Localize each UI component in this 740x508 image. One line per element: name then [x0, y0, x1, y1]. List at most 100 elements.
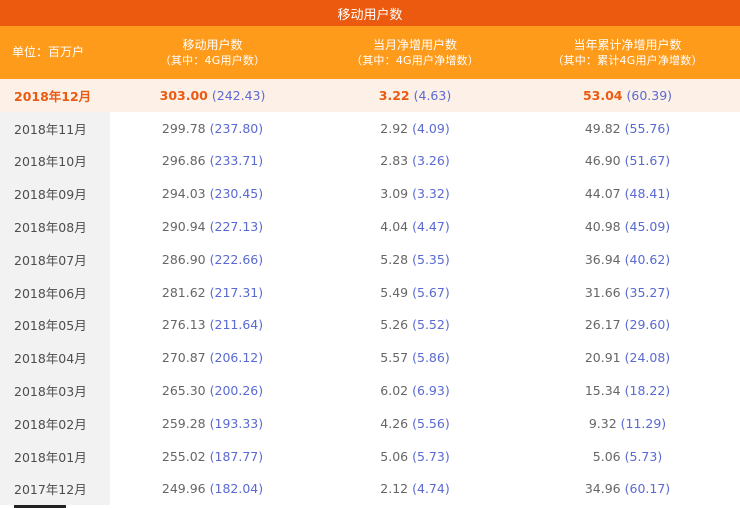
cell-cumulative: 49.82 (55.76): [515, 121, 740, 136]
cell-cumulative: 20.91 (24.08): [515, 350, 740, 365]
cell-monthly: 3.22 (4.63): [315, 88, 515, 103]
cell-monthly-value: 5.57: [380, 350, 409, 366]
cell-total-4g: (217.31): [209, 284, 264, 300]
cell-monthly: 5.28 (5.35): [315, 252, 515, 267]
cell-total: 270.87 (206.12): [110, 350, 315, 365]
cell-cumulative-4g: (11.29): [620, 415, 667, 431]
cell-total-4g: (242.43): [211, 87, 266, 103]
header-col-cumulative: 当年累计净增用户数 （其中：累计4G用户净增数）: [515, 38, 740, 68]
cell-total-4g: (182.04): [209, 481, 264, 497]
cell-cumulative-4g: (5.73): [624, 448, 663, 464]
table-row: 2018年04月 270.87 (206.12) 5.57 (5.86) 20.…: [0, 341, 740, 375]
row-month: 2018年11月: [0, 111, 110, 145]
cell-total: 286.90 (222.66): [110, 252, 315, 267]
cell-total: 303.00 (242.43): [110, 88, 315, 103]
row-month: 2018年09月: [0, 177, 110, 211]
table-body: 2018年12月 303.00 (242.43) 3.22 (4.63) 53.…: [0, 79, 740, 506]
header-col-monthly: 当月净增用户数 （其中：4G用户净增数）: [315, 38, 515, 68]
row-month: 2018年06月: [0, 275, 110, 309]
cell-monthly-value: 3.22: [378, 87, 410, 103]
cell-monthly-4g: (5.56): [412, 415, 450, 431]
cell-cumulative: 9.32 (11.29): [515, 416, 740, 431]
table-row: 2018年10月 296.86 (233.71) 2.83 (3.26) 46.…: [0, 144, 740, 178]
cell-cumulative: 31.66 (35.27): [515, 285, 740, 300]
cell-total: 276.13 (211.64): [110, 317, 315, 332]
cell-cumulative-4g: (40.62): [624, 251, 671, 267]
cell-monthly-4g: (3.26): [412, 153, 450, 169]
cell-monthly-4g: (4.47): [412, 219, 450, 235]
cell-total-4g: (193.33): [209, 415, 264, 431]
cell-total-4g: (206.12): [209, 350, 264, 366]
cell-monthly: 5.57 (5.86): [315, 350, 515, 365]
table-row: 2018年11月 299.78 (237.80) 2.92 (4.09) 49.…: [0, 111, 740, 145]
cell-cumulative: 34.96 (60.17): [515, 481, 740, 496]
cell-total-4g: (237.80): [209, 120, 264, 136]
cell-monthly: 3.09 (3.32): [315, 186, 515, 201]
cell-monthly-4g: (4.63): [413, 87, 452, 103]
cell-cumulative-4g: (45.09): [624, 219, 671, 235]
cell-monthly-value: 2.83: [380, 153, 409, 169]
cell-cumulative: 36.94 (40.62): [515, 252, 740, 267]
cell-monthly: 5.26 (5.52): [315, 317, 515, 332]
cell-total: 255.02 (187.77): [110, 449, 315, 464]
cell-monthly-value: 4.26: [380, 415, 409, 431]
cell-cumulative: 46.90 (51.67): [515, 153, 740, 168]
row-month: 2018年03月: [0, 374, 110, 407]
cell-cumulative: 5.06 (5.73): [515, 449, 740, 464]
cell-cumulative-4g: (60.17): [624, 481, 671, 497]
header-col-total-main: 移动用户数: [182, 37, 243, 52]
table-row: 2018年02月 259.28 (193.33) 4.26 (5.56) 9.3…: [0, 406, 740, 440]
cell-total-value: 249.96: [161, 481, 206, 497]
cell-monthly: 6.02 (6.93): [315, 383, 515, 398]
cell-monthly-4g: (5.67): [412, 284, 450, 300]
cell-total-value: 296.86: [161, 153, 206, 169]
cell-cumulative-value: 15.34: [584, 383, 621, 399]
cell-total: 249.96 (182.04): [110, 481, 315, 496]
cell-monthly-value: 2.92: [380, 120, 409, 136]
cell-monthly-value: 2.12: [380, 481, 409, 497]
cell-cumulative-value: 46.90: [584, 153, 621, 169]
header-col-monthly-sub: （其中：4G用户净增数）: [351, 53, 479, 67]
cell-total: 296.86 (233.71): [110, 153, 315, 168]
cell-total-4g: (187.77): [209, 448, 264, 464]
cell-total-value: 290.94: [161, 219, 206, 235]
cell-total-value: 259.28: [161, 415, 206, 431]
header-col-cumulative-main: 当年累计净增用户数: [573, 37, 682, 52]
cell-monthly: 2.92 (4.09): [315, 121, 515, 136]
cell-cumulative: 53.04 (60.39): [515, 88, 740, 103]
cell-total-4g: (233.71): [209, 153, 264, 169]
row-month: 2018年05月: [0, 308, 110, 342]
cell-total-value: 276.13: [161, 317, 206, 333]
cell-monthly-value: 3.09: [380, 186, 409, 202]
cell-monthly: 5.49 (5.67): [315, 285, 515, 300]
cell-monthly-value: 5.26: [380, 317, 409, 333]
cell-cumulative: 15.34 (18.22): [515, 383, 740, 398]
cell-monthly: 5.06 (5.73): [315, 449, 515, 464]
cell-cumulative-4g: (35.27): [624, 284, 671, 300]
cell-cumulative-value: 53.04: [582, 87, 623, 103]
cell-monthly-4g: (4.09): [412, 120, 450, 136]
table-row: 2018年12月 303.00 (242.43) 3.22 (4.63) 53.…: [0, 79, 740, 112]
cell-cumulative-4g: (60.39): [626, 87, 673, 103]
cell-cumulative-4g: (18.22): [624, 383, 671, 399]
cell-monthly: 2.83 (3.26): [315, 153, 515, 168]
cell-cumulative-4g: (29.60): [624, 317, 671, 333]
cell-total: 259.28 (193.33): [110, 416, 315, 431]
table-row: 2018年06月 281.62 (217.31) 5.49 (5.67) 31.…: [0, 275, 740, 309]
cell-monthly: 2.12 (4.74): [315, 481, 515, 496]
cell-cumulative-value: 26.17: [584, 317, 621, 333]
cell-monthly-4g: (6.93): [412, 383, 450, 399]
cell-total-value: 281.62: [161, 284, 206, 300]
cell-monthly: 4.26 (5.56): [315, 416, 515, 431]
cell-monthly-4g: (5.52): [412, 317, 450, 333]
mobile-users-table: 移动用户数 单位：百万户 移动用户数 （其中：4G用户数） 当月净增用户数 （其…: [0, 0, 740, 508]
cell-total-4g: (211.64): [209, 317, 264, 333]
cell-total-value: 286.90: [161, 251, 206, 267]
cell-monthly-value: 5.49: [380, 284, 409, 300]
row-month: 2018年08月: [0, 210, 110, 243]
table-title: 移动用户数: [0, 0, 740, 26]
cell-cumulative-value: 36.94: [584, 251, 621, 267]
cell-monthly-4g: (5.35): [412, 251, 450, 267]
cell-total-4g: (200.26): [209, 383, 264, 399]
cell-cumulative-4g: (48.41): [624, 186, 671, 202]
